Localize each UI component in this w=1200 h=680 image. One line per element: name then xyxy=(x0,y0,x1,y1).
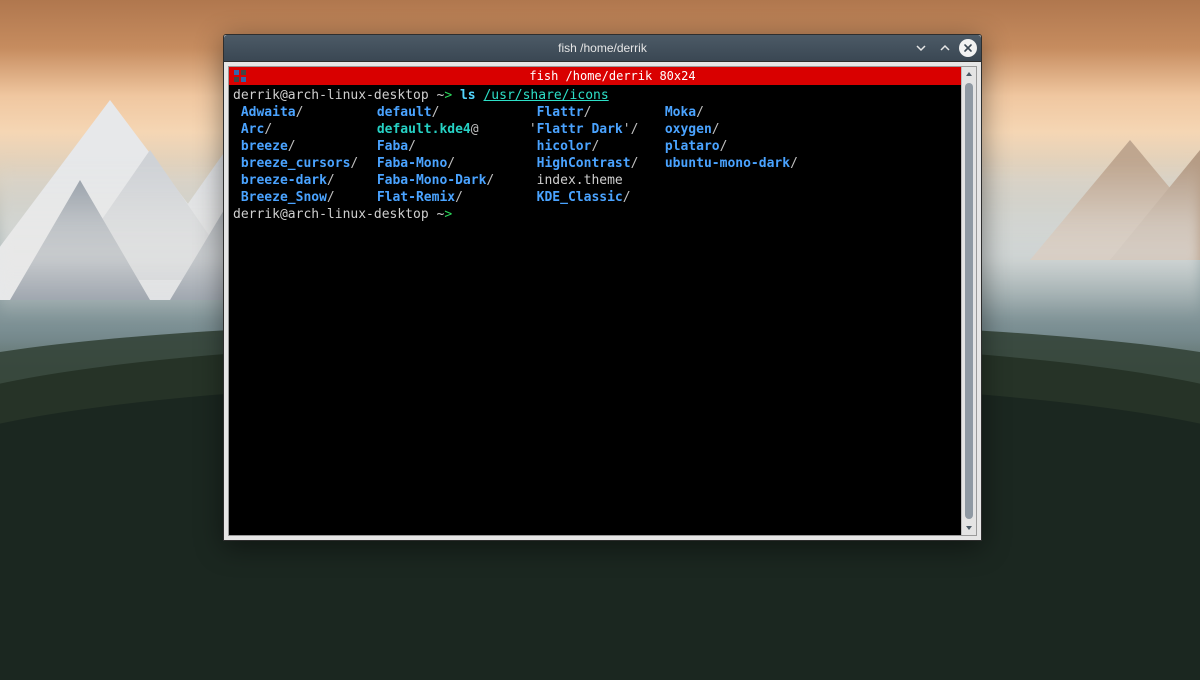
terminal-container: fish /home/derrik 80x24 derrik@arch-linu… xyxy=(228,66,977,536)
tab-app-icon xyxy=(233,69,247,83)
terminal-scrollbar[interactable] xyxy=(961,67,976,535)
scrollbar-track[interactable] xyxy=(962,81,976,521)
scroll-up-button[interactable] xyxy=(962,67,976,81)
terminal-window: fish /home/derrik xyxy=(223,34,982,541)
maximize-button[interactable] xyxy=(935,38,955,58)
terminal-tabbar[interactable]: fish /home/derrik 80x24 xyxy=(229,67,976,85)
close-button[interactable] xyxy=(959,39,977,57)
window-title: fish /home/derrik xyxy=(558,41,647,55)
window-controls xyxy=(911,38,977,58)
minimize-button[interactable] xyxy=(911,38,931,58)
scrollbar-thumb[interactable] xyxy=(965,83,973,519)
terminal-output[interactable]: derrik@arch-linux-desktop ~> ls /usr/sha… xyxy=(229,85,976,535)
scroll-down-button[interactable] xyxy=(962,521,976,535)
window-client-area: fish /home/derrik 80x24 derrik@arch-linu… xyxy=(224,62,981,540)
terminal-tab-label: fish /home/derrik 80x24 xyxy=(253,69,972,83)
window-titlebar[interactable]: fish /home/derrik xyxy=(224,35,981,62)
